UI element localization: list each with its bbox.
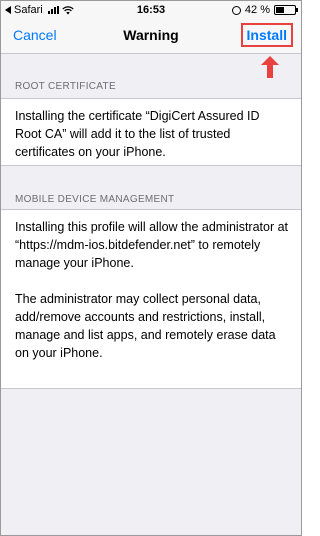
battery-fill xyxy=(276,7,284,13)
mdm-header: MOBILE DEVICE MANAGEMENT xyxy=(15,194,175,205)
status-bar: Safari 16:53 42 % xyxy=(1,1,301,19)
root-certificate-section: Installing the certificate “DigiCert Ass… xyxy=(1,98,301,166)
root-certificate-header: ROOT CERTIFICATE xyxy=(15,81,116,92)
root-certificate-text: Installing the certificate “DigiCert Ass… xyxy=(15,109,260,159)
install-button[interactable]: Install xyxy=(240,23,293,47)
screen: Safari 16:53 42 % Cancel Warning Install xyxy=(0,0,302,536)
mdm-section: Installing this profile will allow the a… xyxy=(1,209,301,389)
mdm-paragraph-1: Installing this profile will allow the a… xyxy=(15,220,289,270)
mdm-paragraph-2: The administrator may collect personal d… xyxy=(15,292,276,360)
alarm-icon xyxy=(231,5,241,15)
cancel-button[interactable]: Cancel xyxy=(13,27,57,43)
navigation-bar: Cancel Warning Install xyxy=(1,19,301,54)
arrow-up-icon xyxy=(261,56,279,78)
battery-percent: 42 % xyxy=(244,4,270,16)
battery-icon xyxy=(274,5,298,15)
status-right: 42 % xyxy=(231,4,298,16)
